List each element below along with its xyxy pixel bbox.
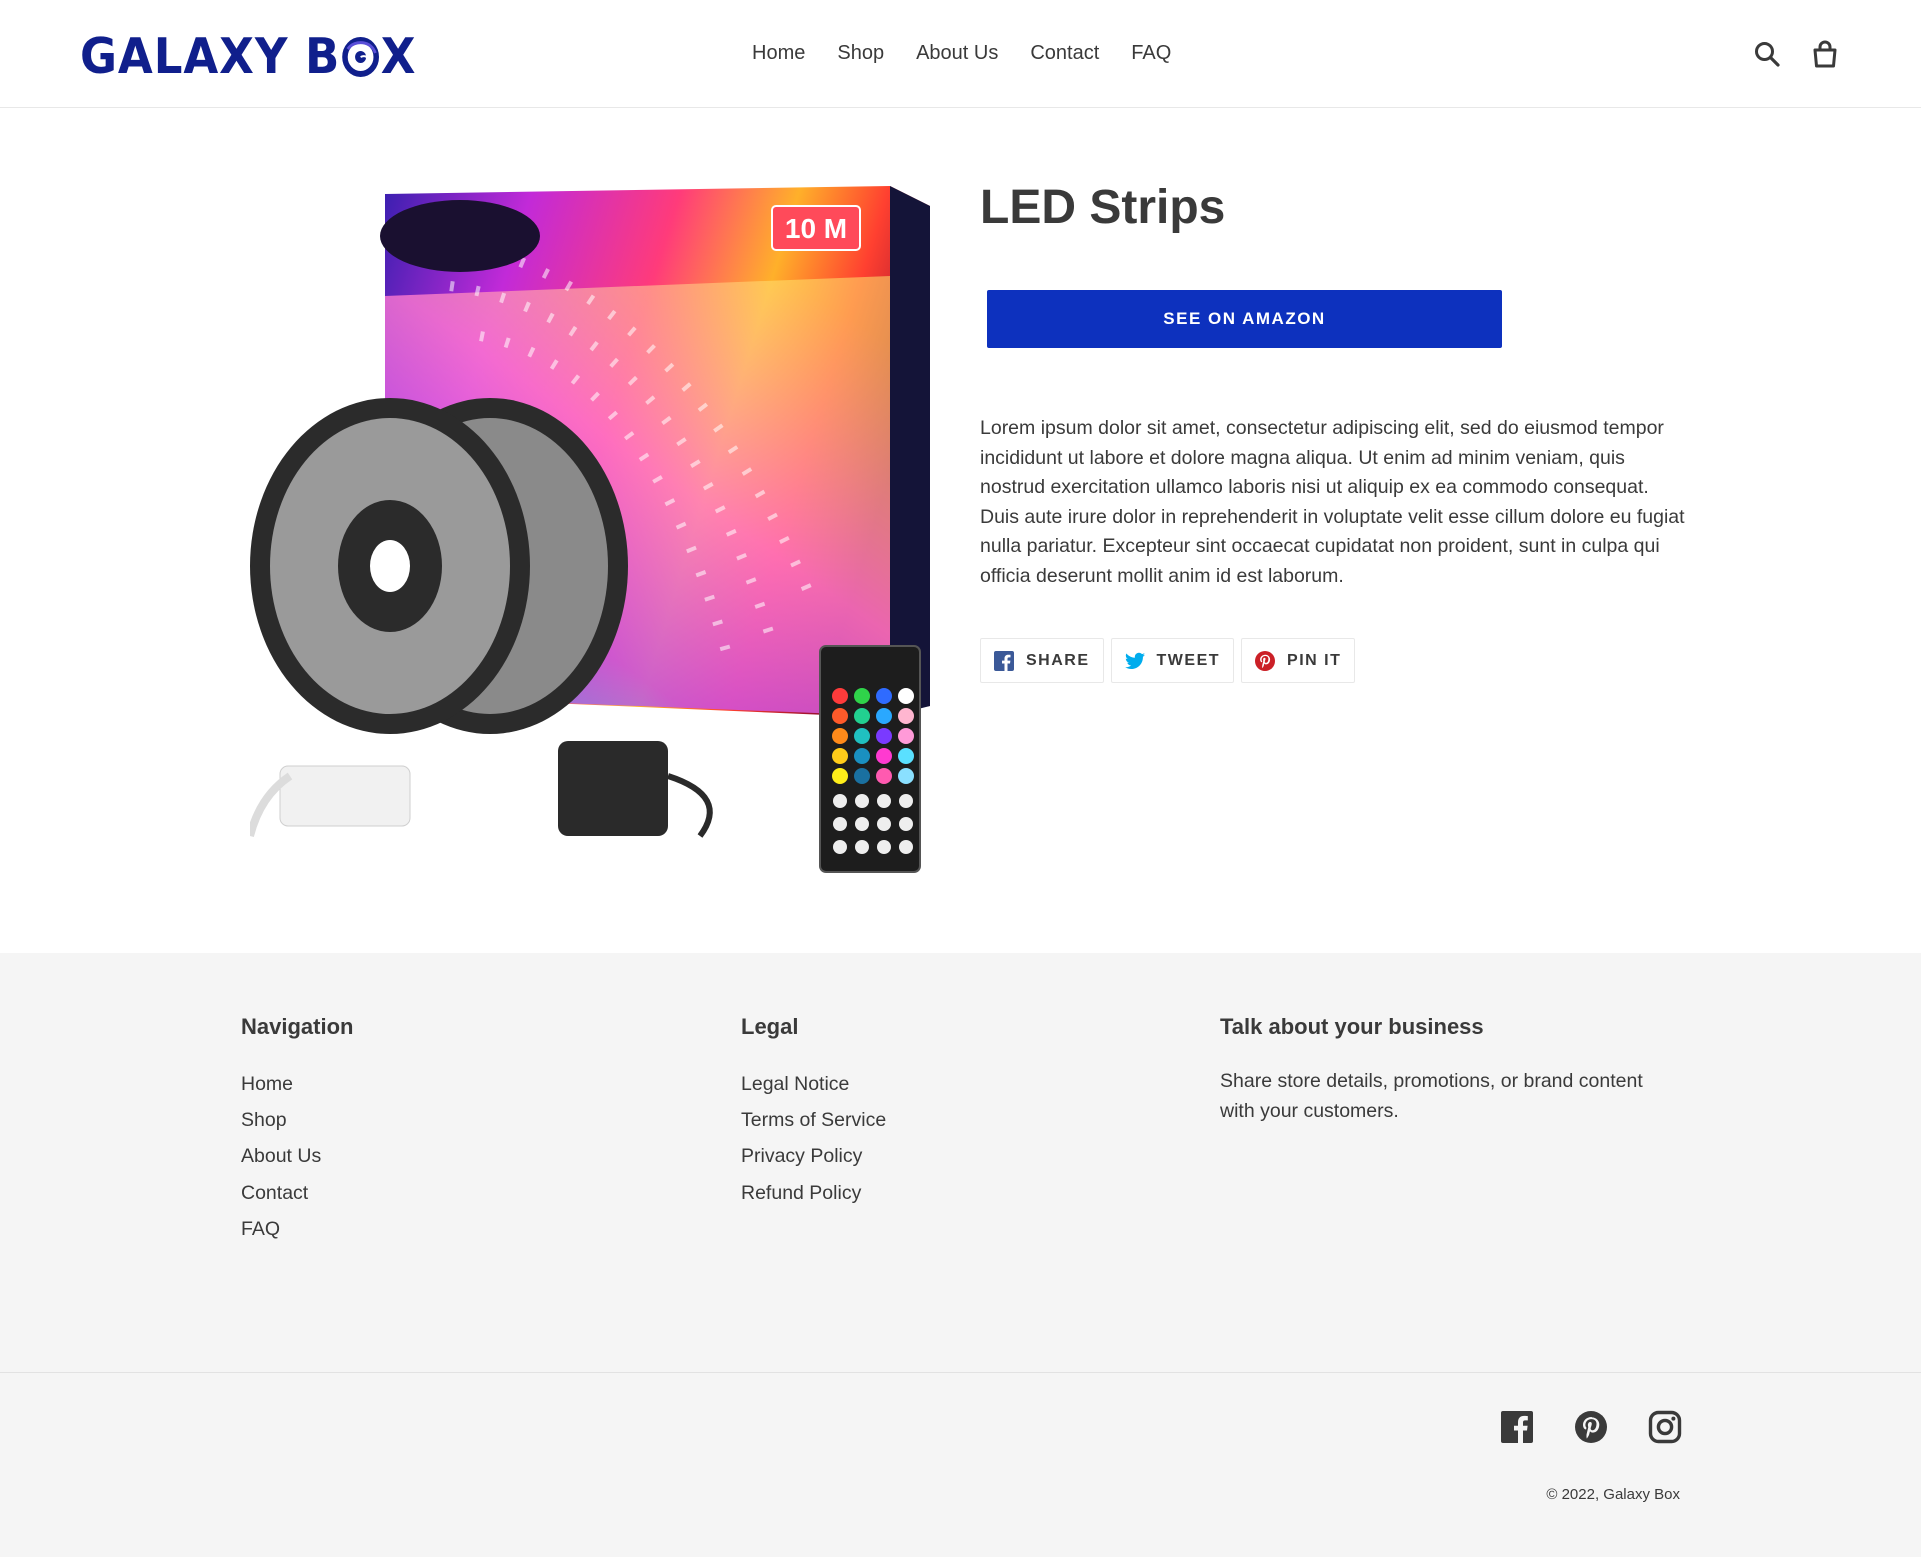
footer-divider [0, 1372, 1921, 1373]
footer-legal: Legal Legal Notice Terms of Service Priv… [741, 1013, 886, 1211]
pinterest-icon[interactable] [1574, 1410, 1608, 1444]
pinterest-icon [1255, 650, 1276, 671]
logo-swirl-icon [340, 32, 380, 82]
pin-it-label: PIN IT [1287, 651, 1342, 669]
instagram-icon[interactable] [1648, 1410, 1682, 1444]
nav-about-us[interactable]: About Us [916, 40, 998, 66]
share-twitter-button[interactable]: TWEET [1110, 638, 1235, 683]
footer-refund-policy[interactable]: Refund Policy [741, 1175, 886, 1211]
facebook-icon [994, 650, 1014, 671]
nav-shop[interactable]: Shop [837, 40, 884, 66]
footer-business-text: Share store details, promotions, or bran… [1220, 1070, 1643, 1122]
logo-text-left: GALAXY B [80, 28, 341, 85]
galaxy-box-logo[interactable]: GALAXY B X [80, 32, 416, 82]
image-badge-text: 10 M [785, 213, 847, 244]
site-footer: Navigation Home Shop About Us Contact FA… [0, 953, 1921, 1557]
search-icon[interactable] [1753, 40, 1781, 68]
product-title: LED Strips [980, 181, 1226, 234]
product-description: Lorem ipsum dolor sit amet, consectetur … [980, 417, 1685, 587]
cart-icon[interactable] [1811, 40, 1839, 68]
nav-faq[interactable]: FAQ [1131, 40, 1171, 66]
product-image: 10 M [246, 176, 932, 880]
main-nav: Home Shop About Us Contact FAQ [752, 40, 1171, 66]
logo-text-right: X [380, 28, 417, 85]
facebook-icon[interactable] [1500, 1410, 1534, 1444]
footer-nav-home[interactable]: Home [241, 1066, 353, 1102]
footer-business-heading: Talk about your business [1220, 1014, 1484, 1039]
footer-navigation: Navigation Home Shop About Us Contact FA… [241, 1013, 353, 1247]
social-share: SHARE TWEET PIN IT [980, 638, 1356, 683]
footer-terms-of-service[interactable]: Terms of Service [741, 1102, 886, 1138]
footer-legal-notice[interactable]: Legal Notice [741, 1066, 886, 1102]
share-facebook-button[interactable]: SHARE [980, 638, 1104, 683]
twitter-icon [1124, 651, 1145, 671]
share-pinterest-button[interactable]: PIN IT [1241, 638, 1356, 683]
tweet-label: TWEET [1156, 651, 1221, 669]
copyright: © 2022, Galaxy Box [1546, 1486, 1680, 1503]
nav-contact[interactable]: Contact [1030, 40, 1099, 66]
site-header: GALAXY B X Home Shop About Us Contact FA… [0, 0, 1921, 108]
share-label: SHARE [1026, 651, 1090, 669]
footer-nav-faq[interactable]: FAQ [241, 1211, 353, 1247]
footer-nav-about-us[interactable]: About Us [241, 1138, 353, 1174]
footer-social-links [1500, 1410, 1682, 1444]
nav-home[interactable]: Home [752, 40, 805, 66]
footer-nav-shop[interactable]: Shop [241, 1102, 353, 1138]
footer-business: Talk about your business Share store det… [1220, 1013, 1670, 1126]
see-on-amazon-button[interactable]: SEE ON AMAZON [987, 290, 1502, 348]
footer-privacy-policy[interactable]: Privacy Policy [741, 1138, 886, 1174]
header-icons [1753, 40, 1839, 68]
footer-nav-contact[interactable]: Contact [241, 1175, 353, 1211]
footer-navigation-heading: Navigation [241, 1014, 354, 1039]
footer-legal-heading: Legal [741, 1014, 799, 1039]
